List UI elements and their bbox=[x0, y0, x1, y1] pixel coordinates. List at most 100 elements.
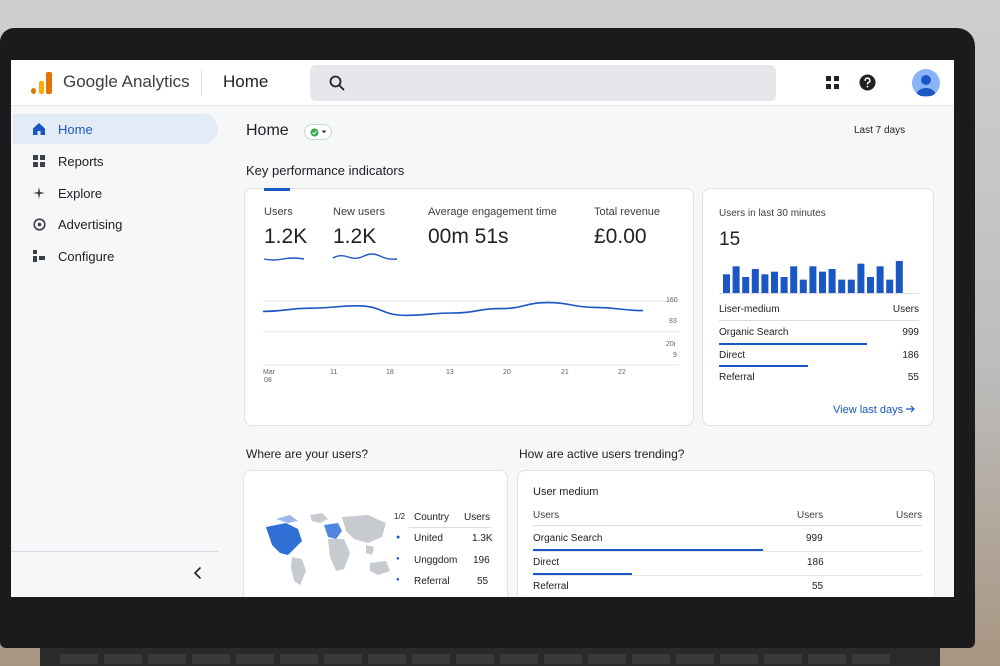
page-indicator: 1/2 bbox=[394, 512, 406, 521]
x-tick-label: 08 bbox=[264, 377, 272, 384]
bullet-icon: ● bbox=[396, 534, 401, 541]
row-label: Referral bbox=[719, 372, 755, 383]
view-last-days-link[interactable]: View last days bbox=[833, 404, 916, 416]
sidebar-item-label: Home bbox=[58, 121, 93, 137]
arrow-right-icon bbox=[906, 405, 916, 413]
row-label[interactable]: Referral bbox=[414, 576, 450, 587]
row-share-bar bbox=[719, 365, 808, 367]
realtime-bar bbox=[799, 279, 807, 293]
header-right: Users bbox=[892, 304, 919, 315]
sidebar-item-configure[interactable]: Configure bbox=[13, 241, 218, 271]
sidebar-item-explore[interactable]: Explore bbox=[13, 178, 218, 208]
column-header-country[interactable]: Country bbox=[414, 512, 449, 523]
row-label[interactable]: Organic Search bbox=[533, 533, 602, 544]
column-header-users[interactable]: Users bbox=[464, 512, 490, 523]
row-label[interactable]: Referral bbox=[533, 581, 569, 592]
page-title: Home bbox=[246, 122, 289, 139]
x-tick-label: 11 bbox=[330, 369, 338, 376]
sidebar-divider bbox=[11, 551, 218, 552]
sidebar: Home Reports Explore Advertising Configu… bbox=[11, 106, 226, 597]
realtime-label: Users in last 30 minutes bbox=[719, 208, 826, 219]
row-value: 55 bbox=[812, 581, 824, 592]
realtime-table-header: Liser-medium Users bbox=[719, 304, 919, 315]
sidebar-item-label: Configure bbox=[58, 248, 115, 264]
trending-heading: How are active users trending? bbox=[519, 447, 685, 461]
realtime-bar bbox=[742, 277, 750, 293]
table-row[interactable]: Referral 55 bbox=[719, 372, 919, 383]
x-tick-label: 20 bbox=[503, 369, 511, 376]
row-value: 55 bbox=[477, 576, 489, 587]
column-header-mid[interactable]: Users bbox=[797, 510, 823, 521]
y-tick-label: 9 bbox=[673, 352, 677, 359]
sidebar-item-home[interactable]: Home bbox=[13, 114, 218, 144]
sidebar-item-reports[interactable]: Reports bbox=[13, 146, 218, 176]
kpi-section-heading: Key performance indicators bbox=[246, 163, 405, 178]
row-label[interactable]: Direct bbox=[533, 557, 559, 568]
keyboard-keys bbox=[60, 654, 890, 664]
active-users-trending-card: User medium Users Users Users Organic Se… bbox=[517, 470, 935, 597]
kpi-card: Users 1.2K New users 1.2K Average engage… bbox=[244, 188, 694, 426]
row-label: Organic Search bbox=[719, 327, 789, 338]
chevron-left-icon[interactable] bbox=[191, 566, 205, 580]
analytics-logo-icon[interactable] bbox=[31, 72, 53, 94]
realtime-bar bbox=[828, 269, 836, 293]
world-map bbox=[266, 513, 390, 585]
status-badge[interactable] bbox=[304, 124, 332, 140]
apps-grid-icon[interactable] bbox=[826, 76, 840, 90]
where-users-heading: Where are your users? bbox=[246, 447, 369, 461]
y-tick-label: 160 bbox=[666, 297, 678, 304]
brand-name[interactable]: Google Analytics bbox=[63, 72, 190, 92]
realtime-bar bbox=[809, 266, 817, 293]
realtime-bar bbox=[732, 266, 740, 293]
search-icon[interactable] bbox=[328, 74, 346, 92]
realtime-card: Users in last 30 minutes 15 Liser-medium… bbox=[702, 188, 934, 426]
realtime-bar-chart bbox=[723, 261, 903, 293]
row-label[interactable]: United bbox=[414, 533, 443, 544]
realtime-bar bbox=[790, 266, 798, 293]
home-icon bbox=[31, 121, 47, 137]
card-title: User medium bbox=[533, 486, 599, 498]
realtime-value: 15 bbox=[719, 229, 741, 250]
realtime-bar bbox=[819, 271, 826, 293]
column-header-left[interactable]: Users bbox=[533, 510, 559, 521]
app-screen: Google Analytics Home Home Reports Explo… bbox=[11, 60, 954, 597]
bullet-icon: ● bbox=[396, 556, 400, 562]
sidebar-item-label: Explore bbox=[58, 185, 103, 201]
status-check-icon bbox=[310, 128, 318, 136]
realtime-bar bbox=[876, 266, 884, 293]
sidebar-item-label: Reports bbox=[58, 153, 104, 169]
realtime-bar bbox=[761, 274, 769, 293]
y-tick-label: 20i bbox=[666, 341, 676, 348]
row-value: 999 bbox=[806, 533, 823, 544]
table-rule bbox=[533, 575, 922, 576]
link-label: View last days bbox=[833, 404, 904, 416]
row-value: 55 bbox=[907, 372, 919, 383]
row-value: 186 bbox=[902, 350, 919, 361]
realtime-bar bbox=[886, 279, 894, 293]
table-rule bbox=[533, 525, 922, 526]
users-line-chart bbox=[262, 300, 679, 366]
realtime-bar bbox=[751, 269, 759, 293]
table-rule bbox=[719, 320, 919, 321]
y-tick-label: 83 bbox=[669, 318, 677, 325]
row-label[interactable]: Unggdom bbox=[414, 555, 457, 566]
table-row[interactable]: Organic Search 999 bbox=[719, 327, 919, 338]
caret-down-icon bbox=[321, 130, 326, 134]
search-bar[interactable] bbox=[310, 65, 776, 101]
sidebar-item-advertising[interactable]: Advertising bbox=[13, 209, 218, 239]
row-value: 1.3K bbox=[472, 533, 493, 544]
series-line bbox=[262, 301, 644, 317]
table-row[interactable]: Direct 186 bbox=[719, 350, 919, 361]
date-range-selector[interactable]: Last 7 days bbox=[854, 125, 905, 136]
x-tick-label: 13 bbox=[446, 369, 454, 376]
realtime-bar bbox=[857, 263, 865, 293]
table-rule bbox=[533, 551, 922, 552]
topbar-divider bbox=[201, 70, 202, 96]
realtime-bar bbox=[847, 279, 855, 293]
reports-icon bbox=[31, 153, 47, 169]
realtime-bar bbox=[895, 261, 903, 293]
column-header-right[interactable]: Users bbox=[896, 510, 922, 521]
avatar-icon[interactable] bbox=[912, 69, 940, 97]
top-bar: Google Analytics Home bbox=[11, 60, 954, 106]
help-icon[interactable] bbox=[859, 74, 876, 91]
